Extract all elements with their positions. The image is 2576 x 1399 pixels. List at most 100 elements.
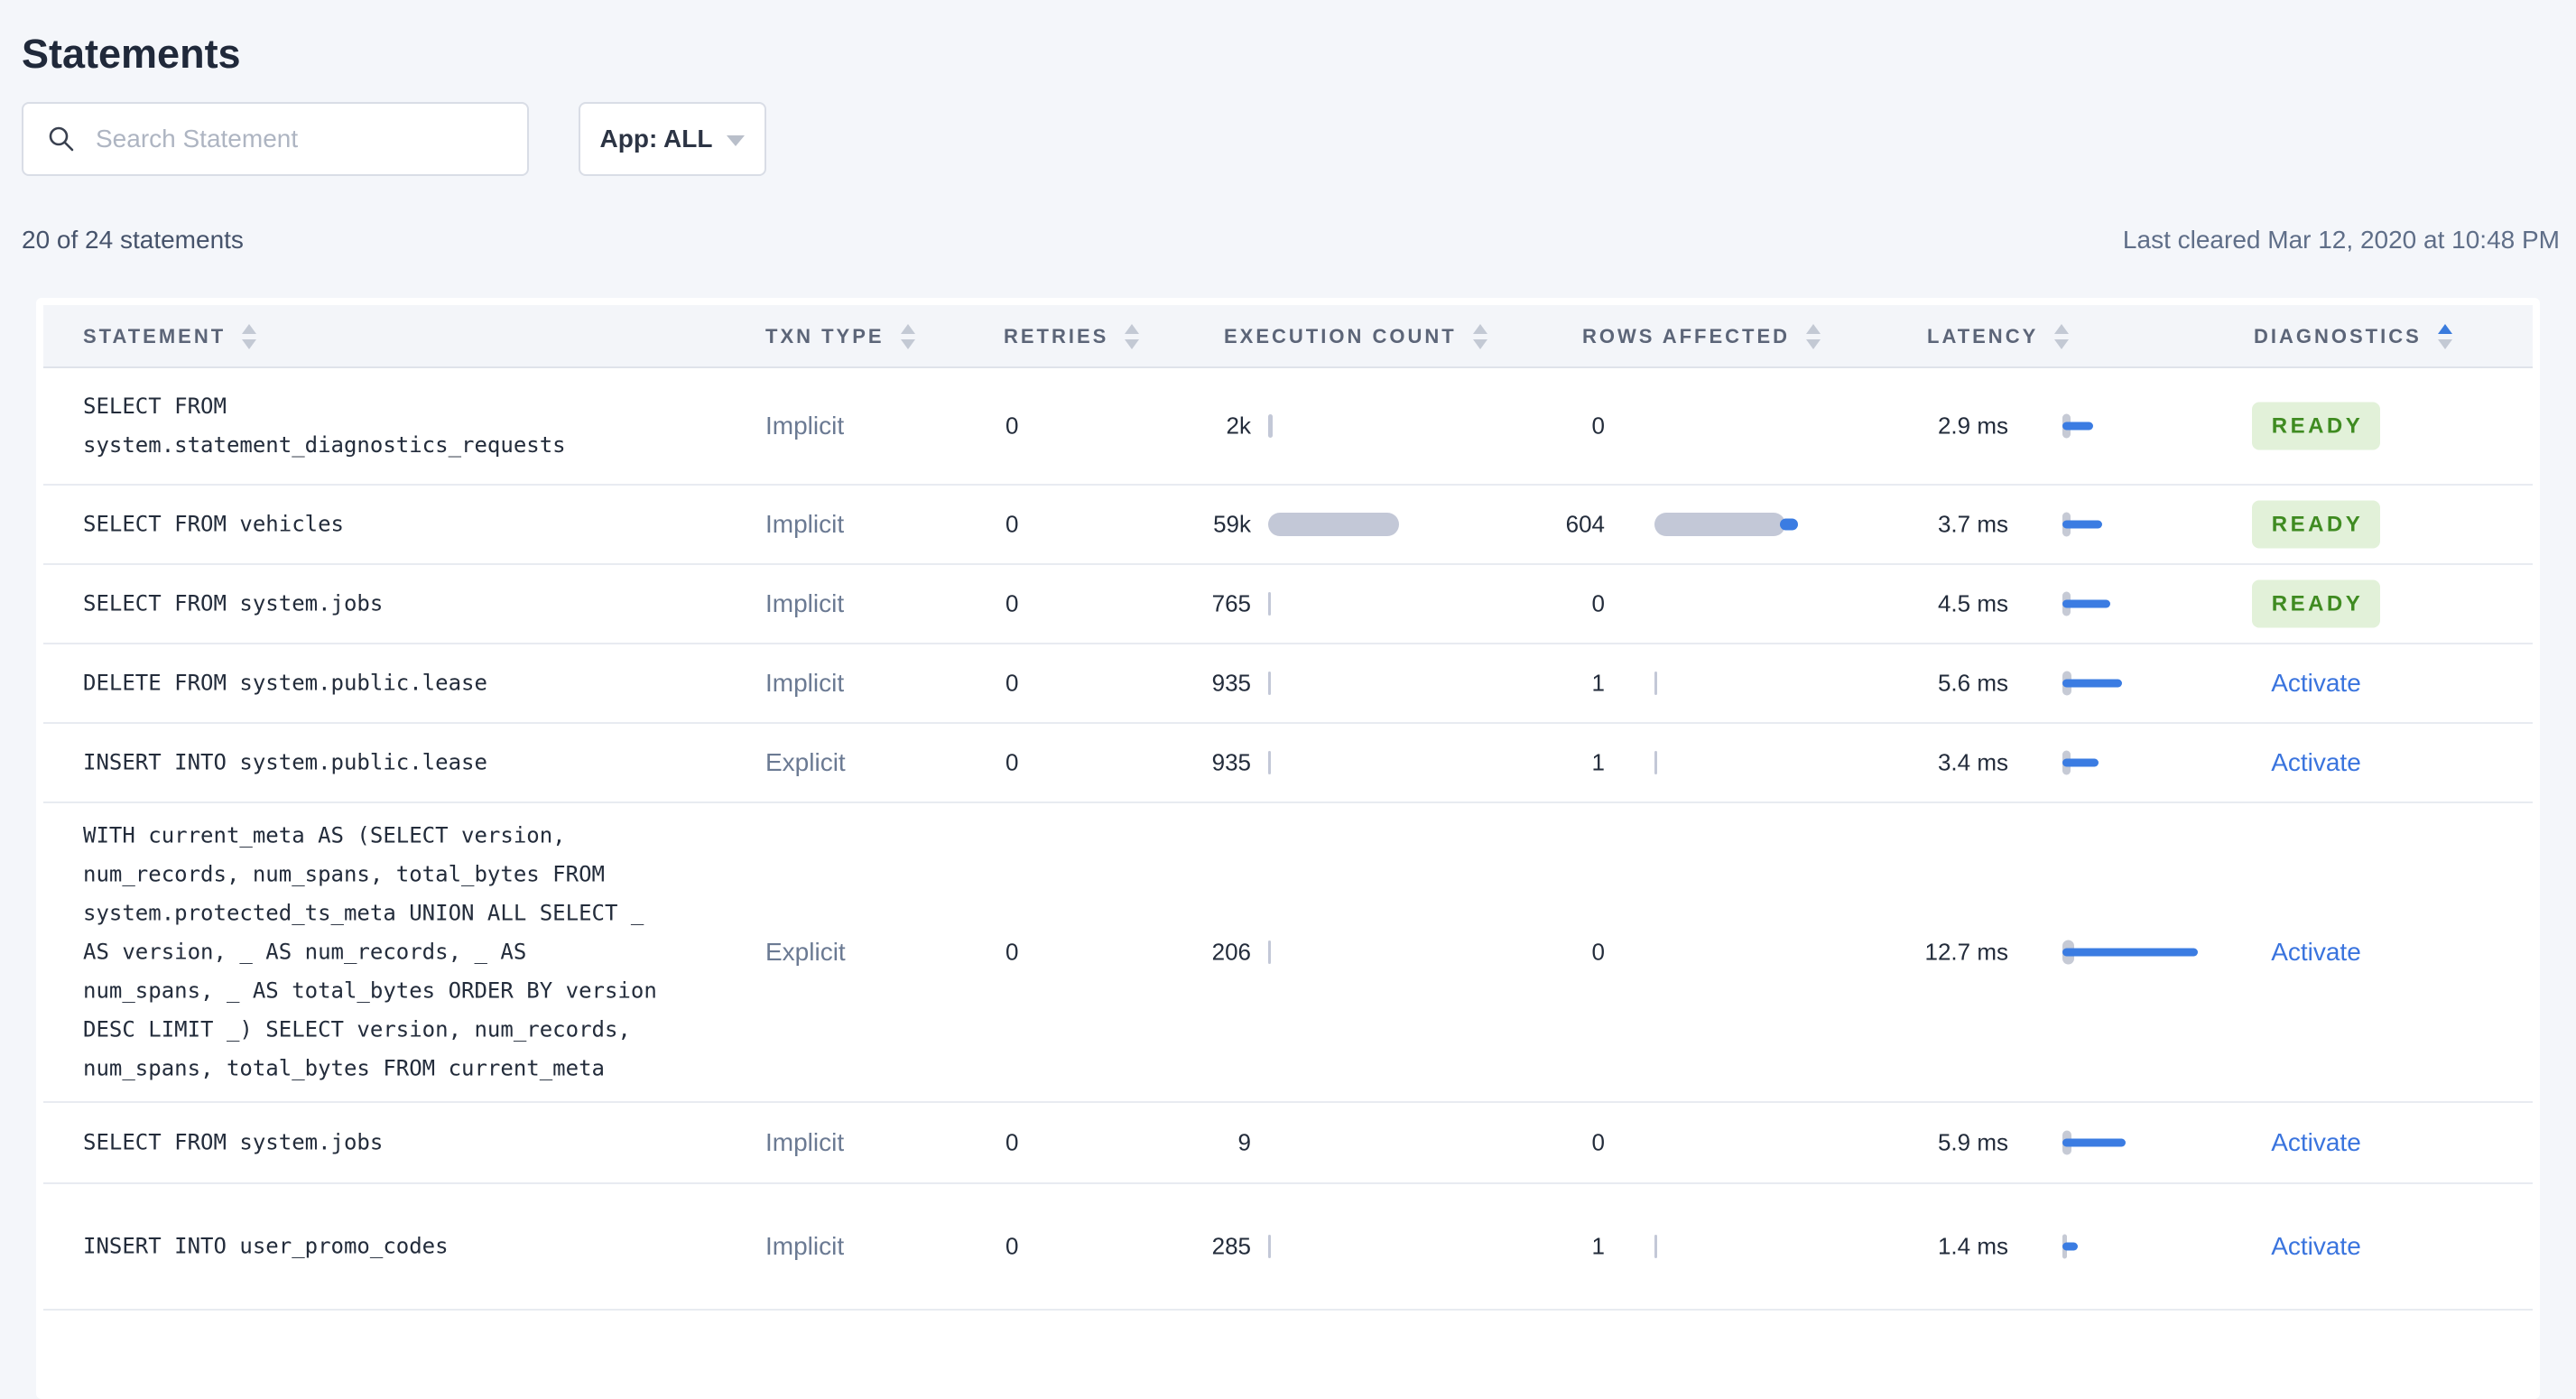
sort-asc-icon[interactable] [900,324,915,334]
sort-asc-icon[interactable] [242,324,257,334]
sort-asc-icon[interactable] [1806,324,1821,334]
column-header-label: EXECUTION COUNT [1224,325,1457,347]
app-filter-label: App: ALL [599,125,713,153]
bar [1268,1235,1271,1258]
sort-desc-icon[interactable] [1125,339,1140,349]
execution-count-bar [1268,670,1422,697]
column-header-statement[interactable]: STATEMENT [83,305,257,368]
diagnostics-cell: READY [2163,402,2469,450]
rows-affected-value: 0 [1591,1128,1605,1156]
execution-count-value: 285 [1211,1232,1251,1260]
execution-count-value: 935 [1211,748,1251,776]
execution-count-bar [1268,412,1422,440]
rows-affected-value: 0 [1591,412,1605,440]
execution-count-bar [1268,939,1422,966]
table-row: INSERT INTO user_promo_codes Implicit 0 285… [43,1184,2533,1311]
retries-value: 0 [1005,510,1019,538]
latency-value: 1.4 ms [1937,1232,2008,1260]
sort-asc-icon[interactable] [2437,324,2452,334]
rows-affected-value: 0 [1591,938,1605,966]
diagnostics-activate-link[interactable]: Activate [2271,669,2361,697]
bar [1268,513,1399,536]
search-box[interactable] [22,102,529,176]
statement-text[interactable]: SELECT FROM system.statement_diagnostics… [83,387,756,465]
sort-asc-icon[interactable] [1472,324,1487,334]
statement-text[interactable]: DELETE FROM system.public.lease [83,664,756,703]
sort-asc-icon[interactable] [1125,324,1140,334]
search-input[interactable] [94,124,504,154]
latency-value: 3.7 ms [1937,510,2008,538]
rows-affected-bar [1654,511,1817,538]
sort-asc-icon[interactable] [2054,324,2070,334]
latency-mean-bar [2062,1138,2126,1147]
diagnostics-cell: Activate [2163,938,2469,967]
statement-text[interactable]: SELECT FROM system.jobs [83,1124,756,1163]
bar [1268,672,1271,695]
sort-desc-icon[interactable] [2054,339,2070,349]
txn-type-value: Implicit [765,1128,845,1156]
statement-text[interactable]: INSERT INTO system.public.lease [83,744,756,783]
column-header-retries[interactable]: RETRIES [1004,305,1140,368]
bar [1654,751,1657,774]
diagnostics-activate-link[interactable]: Activate [2271,1232,2361,1260]
column-header-latency[interactable]: LATENCY [1927,305,2070,368]
diagnostics-activate-link[interactable]: Activate [2271,1128,2361,1156]
bar [1268,414,1273,438]
table-body: SELECT FROM system.statement_diagnostics… [43,368,2533,1311]
bar [1268,592,1271,616]
rows-affected-bar [1654,1129,1817,1156]
statement-text[interactable]: INSERT INTO user_promo_codes [83,1228,756,1266]
latency-value: 12.7 ms [1924,938,2009,966]
statement-text[interactable]: WITH current_meta AS (SELECT version, nu… [83,817,756,1089]
retries-value: 0 [1005,589,1019,617]
rows-affected-bar [1654,939,1817,966]
sort-arrows-icon[interactable] [1125,324,1140,349]
column-header-execution-count[interactable]: EXECUTION COUNT [1224,305,1487,368]
diagnostics-activate-link[interactable]: Activate [2271,938,2361,966]
diagnostics-ready-badge: READY [2251,500,2381,549]
sort-arrows-icon[interactable] [2054,324,2070,349]
execution-count-bar [1268,590,1422,617]
column-header-diagnostics[interactable]: DIAGNOSTICS [2254,305,2452,368]
latency-value: 5.9 ms [1937,1128,2008,1156]
sort-arrows-icon[interactable] [1806,324,1821,349]
diagnostics-cell: READY [2163,579,2469,628]
bar-endpoint-dot [1780,518,1798,531]
diagnostics-cell: READY [2163,500,2469,549]
txn-type-value: Implicit [765,669,845,697]
app-filter-dropdown[interactable]: App: ALL [579,102,766,176]
column-header-rows-affected[interactable]: ROWS AFFECTED [1582,305,1821,368]
execution-count-bar [1268,749,1422,776]
table-row: SELECT FROM vehicles Implicit 0 59k 604 3.7 m… [43,486,2533,565]
column-header-label: LATENCY [1927,325,2039,347]
txn-type-value: Explicit [765,938,846,966]
column-header-label: ROWS AFFECTED [1582,325,1791,347]
diagnostics-activate-link[interactable]: Activate [2271,748,2361,776]
sort-desc-icon[interactable] [1472,339,1487,349]
sort-desc-icon[interactable] [900,339,915,349]
chevron-down-icon [727,135,746,146]
column-header-txn-type[interactable]: TXN TYPE [765,305,915,368]
execution-count-bar [1268,511,1422,538]
table-header-row: STATEMENT TXN TYPE RETRIES EXECUTION COUNT R… [43,305,2533,368]
rows-affected-bar [1654,670,1817,697]
txn-type-value: Implicit [765,412,845,440]
sort-desc-icon[interactable] [242,339,257,349]
execution-count-value: 206 [1211,938,1251,966]
sort-arrows-icon[interactable] [242,324,257,349]
sort-arrows-icon[interactable] [2437,324,2452,349]
execution-count-value: 935 [1211,669,1251,697]
bar [1268,940,1271,964]
rows-affected-value: 1 [1591,1232,1605,1260]
statement-text[interactable]: SELECT FROM vehicles [83,505,756,544]
sort-desc-icon[interactable] [2437,339,2452,349]
sort-desc-icon[interactable] [1806,339,1821,349]
txn-type-value: Implicit [765,589,845,617]
sort-arrows-icon[interactable] [1472,324,1487,349]
sort-arrows-icon[interactable] [900,324,915,349]
rows-affected-bar [1654,412,1817,440]
latency-value: 3.4 ms [1937,748,2008,776]
latency-mean-bar [2062,758,2099,767]
latency-mean-bar [2062,599,2111,608]
statement-text[interactable]: SELECT FROM system.jobs [83,585,756,624]
